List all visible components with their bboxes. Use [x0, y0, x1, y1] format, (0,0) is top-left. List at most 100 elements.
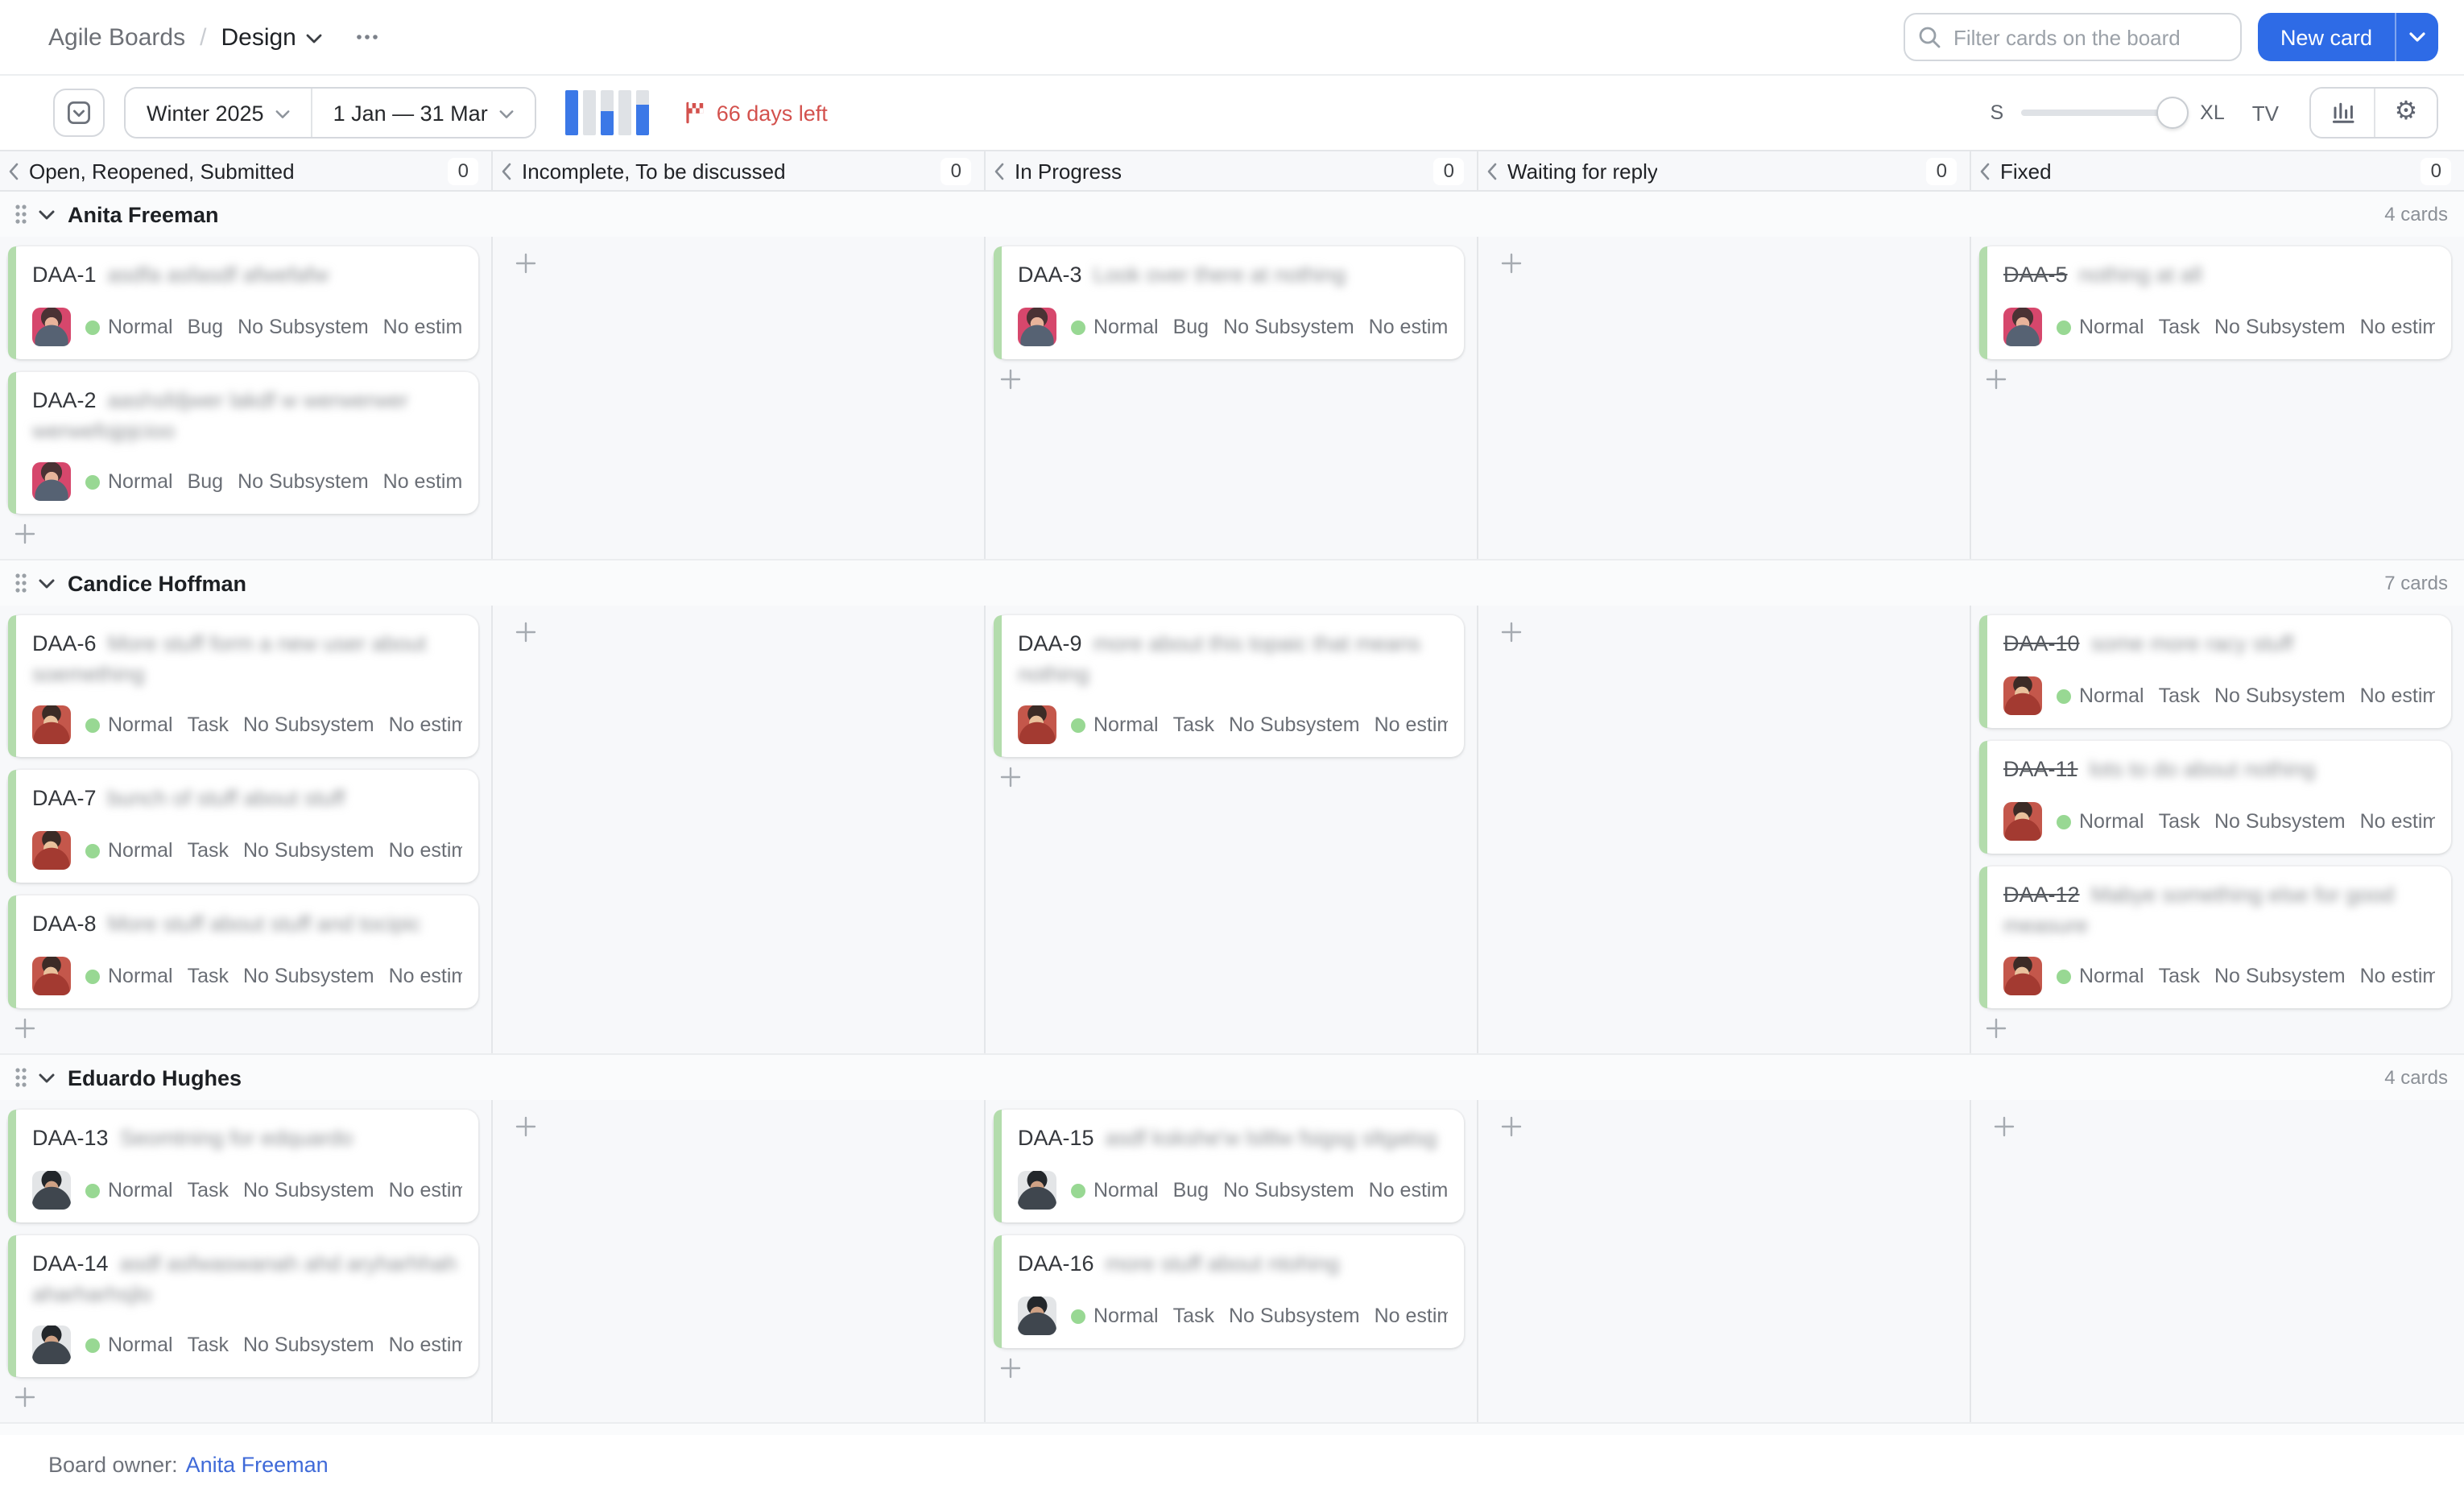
priority-field[interactable]: Normal	[1071, 1179, 1159, 1201]
estimate-field[interactable]: No estimate (hr)	[1375, 713, 1448, 736]
swimlane-drag-handle[interactable]	[10, 1066, 32, 1089]
card[interactable]: DAA-8 More stuff about stuff and tocipic N…	[8, 895, 478, 1008]
estimate-field[interactable]: No estimate (hr)	[389, 1334, 462, 1356]
priority-field[interactable]: Normal	[1071, 713, 1159, 736]
collapse-column-button[interactable]	[8, 162, 19, 180]
priority-field[interactable]: Normal	[2057, 316, 2144, 338]
priority-field[interactable]: Normal	[2057, 810, 2144, 833]
estimate-field[interactable]: No estimate (hr)	[389, 1179, 462, 1201]
collapse-column-button[interactable]	[1979, 162, 1991, 180]
card[interactable]: DAA-10 some more racy stuff Normal Task No S…	[1979, 615, 2451, 728]
subsystem-field[interactable]: No Subsystem	[243, 1334, 374, 1356]
add-card-button[interactable]	[997, 763, 1024, 791]
priority-field[interactable]: Normal	[85, 713, 173, 736]
new-card-button[interactable]: New card	[2257, 13, 2395, 61]
estimate-field[interactable]: No estimate (hr)	[2360, 684, 2435, 707]
sprint-dates-button[interactable]: 1 Jan — 31 Mar	[310, 89, 535, 137]
card[interactable]: DAA-15 asdf kskshe'w lsltlw fsigsg sltgat…	[994, 1110, 1464, 1222]
type-field[interactable]: Bug	[1173, 316, 1209, 338]
swimlane-collapse-button[interactable]	[39, 209, 55, 220]
sprint-report-button[interactable]	[2311, 89, 2374, 137]
type-field[interactable]: Task	[2159, 684, 2200, 707]
board-settings-button[interactable]: ⚙	[2374, 89, 2437, 137]
card[interactable]: DAA-13 Seomtning for edquardo Normal Task No…	[8, 1110, 478, 1222]
subsystem-field[interactable]: No Subsystem	[1229, 713, 1360, 736]
add-card-button[interactable]	[1982, 366, 2010, 393]
add-card-button[interactable]	[11, 520, 39, 548]
card[interactable]: DAA-14 asdf asfwaswanah ahd aryharhhah ah…	[8, 1235, 478, 1377]
card[interactable]: DAA-11 lots to do about nothing Normal Task…	[1979, 741, 2451, 854]
add-card-button[interactable]	[1991, 1113, 2018, 1140]
add-card-button[interactable]	[11, 1383, 39, 1411]
subsystem-field[interactable]: No Subsystem	[2214, 684, 2346, 707]
card[interactable]: DAA-9 more about this topaic that means n…	[994, 615, 1464, 757]
add-card-button[interactable]	[997, 1354, 1024, 1382]
add-card-button[interactable]	[1498, 618, 1525, 646]
subsystem-field[interactable]: No Subsystem	[238, 316, 369, 338]
priority-field[interactable]: Normal	[85, 965, 173, 987]
add-card-button[interactable]	[512, 1113, 540, 1140]
card[interactable]: DAA-2 aashsfdjwer lakdf w werwerwer werwe…	[8, 372, 478, 514]
priority-field[interactable]: Normal	[85, 1179, 173, 1201]
card[interactable]: DAA-3 Look over there at nothing Normal Bug…	[994, 246, 1464, 359]
priority-field[interactable]: Normal	[85, 470, 173, 493]
card-size-slider[interactable]	[2021, 97, 2189, 129]
card[interactable]: DAA-16 more stuff about ntohing Normal Task…	[994, 1235, 1464, 1348]
subsystem-field[interactable]: No Subsystem	[1229, 1305, 1360, 1327]
tv-mode-button[interactable]: TV	[2252, 101, 2279, 125]
estimate-field[interactable]: No estimate (hr)	[1375, 1305, 1448, 1327]
type-field[interactable]: Task	[188, 1179, 229, 1201]
subsystem-field[interactable]: No Subsystem	[243, 713, 374, 736]
card[interactable]: DAA-12 Mabye something else for good meas…	[1979, 866, 2451, 1008]
estimate-field[interactable]: No estimate (hr)	[389, 713, 462, 736]
priority-field[interactable]: Normal	[1071, 1305, 1159, 1327]
collapse-column-button[interactable]	[501, 162, 512, 180]
add-card-button[interactable]	[512, 250, 540, 277]
subsystem-field[interactable]: No Subsystem	[2214, 316, 2346, 338]
subsystem-field[interactable]: No Subsystem	[243, 1179, 374, 1201]
add-card-button[interactable]	[1498, 250, 1525, 277]
type-field[interactable]: Task	[2159, 810, 2200, 833]
subsystem-field[interactable]: No Subsystem	[1223, 1179, 1354, 1201]
collapse-column-button[interactable]	[1486, 162, 1498, 180]
new-card-dropdown-button[interactable]	[2395, 13, 2438, 61]
board-more-menu-button[interactable]	[356, 34, 378, 40]
subsystem-field[interactable]: No Subsystem	[1223, 316, 1354, 338]
estimate-field[interactable]: No estimate (hr)	[383, 316, 462, 338]
swimlane-collapse-button[interactable]	[39, 1072, 55, 1083]
subsystem-field[interactable]: No Subsystem	[2214, 965, 2346, 987]
add-card-button[interactable]	[997, 366, 1024, 393]
sprint-progress-chart[interactable]	[564, 90, 649, 135]
estimate-field[interactable]: No estimate (hr)	[1369, 316, 1448, 338]
board-title-dropdown[interactable]: Design	[221, 23, 322, 51]
type-field[interactable]: Task	[188, 713, 229, 736]
add-card-button[interactable]	[1982, 1015, 2010, 1042]
breadcrumb-agile-boards-link[interactable]: Agile Boards	[48, 23, 185, 51]
collapse-column-button[interactable]	[994, 162, 1005, 180]
estimate-field[interactable]: No estimate (hr)	[1369, 1179, 1448, 1201]
swimlane-drag-handle[interactable]	[10, 203, 32, 225]
swimlane-collapse-button[interactable]	[39, 577, 55, 589]
type-field[interactable]: Task	[2159, 965, 2200, 987]
estimate-field[interactable]: No estimate (hr)	[2360, 316, 2435, 338]
estimate-field[interactable]: No estimate (hr)	[2360, 965, 2435, 987]
filter-cards-input[interactable]	[1903, 13, 2242, 61]
type-field[interactable]: Bug	[1173, 1179, 1209, 1201]
type-field[interactable]: Task	[1173, 1305, 1214, 1327]
type-field[interactable]: Bug	[188, 470, 224, 493]
card[interactable]: DAA-6 More stuff form a new user about so…	[8, 615, 478, 757]
subsystem-field[interactable]: No Subsystem	[243, 965, 374, 987]
type-field[interactable]: Task	[2159, 316, 2200, 338]
add-card-button[interactable]	[512, 618, 540, 646]
board-owner-link[interactable]: Anita Freeman	[186, 1452, 329, 1476]
estimate-field[interactable]: No estimate (hr)	[389, 839, 462, 862]
add-card-button[interactable]	[1498, 1113, 1525, 1140]
type-field[interactable]: Task	[188, 1334, 229, 1356]
subsystem-field[interactable]: No Subsystem	[243, 839, 374, 862]
add-card-button[interactable]	[11, 1015, 39, 1042]
priority-field[interactable]: Normal	[85, 316, 173, 338]
priority-field[interactable]: Normal	[2057, 684, 2144, 707]
card[interactable]: DAA-5 nothing at all Normal Task No Subsyste…	[1979, 246, 2451, 359]
type-field[interactable]: Task	[188, 839, 229, 862]
priority-field[interactable]: Normal	[85, 839, 173, 862]
